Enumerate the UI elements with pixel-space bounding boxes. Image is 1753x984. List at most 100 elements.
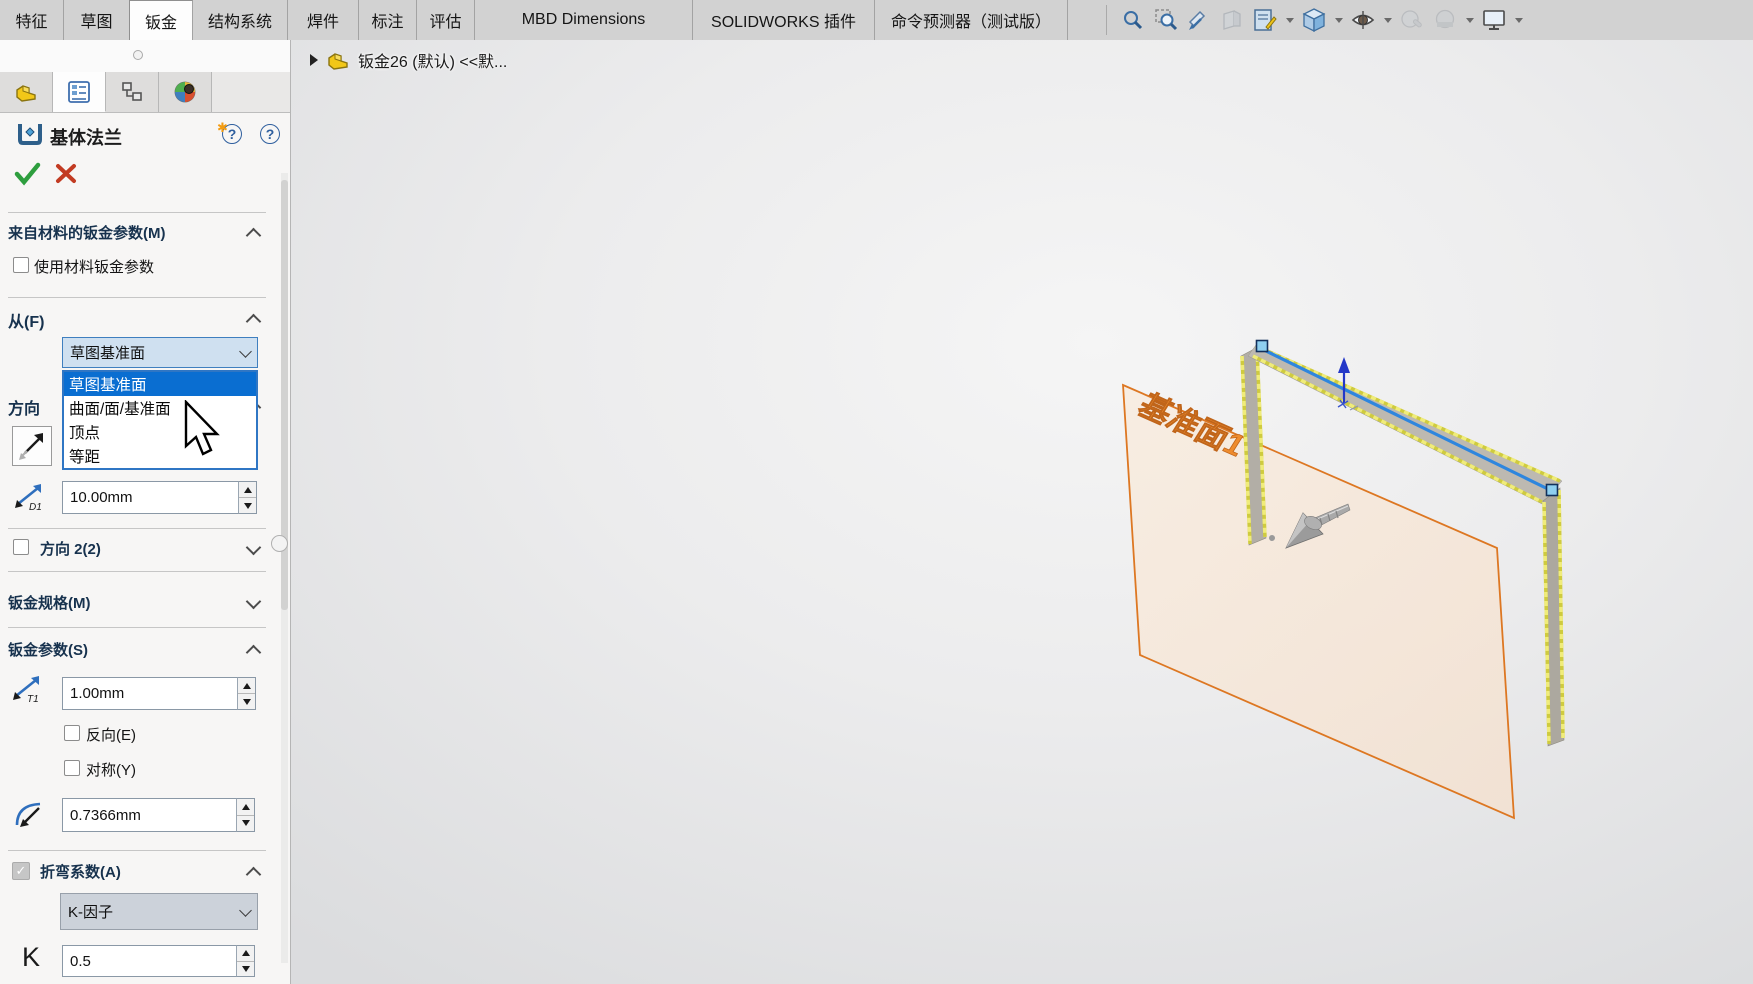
divider <box>8 297 266 298</box>
thickness-spinner[interactable] <box>237 677 256 710</box>
display-manager-tab[interactable] <box>159 72 212 112</box>
panel-top-splitter[interactable] <box>0 40 290 73</box>
tab-annotations[interactable]: 标注 <box>359 0 417 40</box>
panel-edge-handle[interactable] <box>271 535 288 552</box>
command-manager-tabbar: 特征 草图 钣金 结构系统 焊件 标注 评估 MBD Dimensions SO… <box>0 0 1753 41</box>
depth-spinner[interactable] <box>238 481 257 514</box>
cancel-button[interactable] <box>52 160 82 190</box>
help-icon[interactable]: ? <box>260 124 280 144</box>
gauge-section-header[interactable]: 钣金规格(M) <box>8 592 91 613</box>
vertex-dot <box>1269 535 1275 541</box>
spin-down-icon[interactable] <box>237 816 254 832</box>
from-section-header[interactable]: 从(F) <box>8 308 44 332</box>
tab-structure-system[interactable]: 结构系统 <box>193 0 288 40</box>
k-factor-spinner[interactable] <box>236 945 255 977</box>
spin-up-icon[interactable] <box>238 678 255 694</box>
edit-appearance-icon[interactable] <box>1399 7 1425 33</box>
edge-handle-right[interactable] <box>1547 485 1558 496</box>
tab-features[interactable]: 特征 <box>0 0 64 40</box>
spin-down-icon[interactable] <box>239 498 256 513</box>
apply-scene-dropdown-arrow[interactable] <box>1466 18 1474 23</box>
edge-handle-left[interactable] <box>1257 341 1268 352</box>
thickness-t1-icon: T1 <box>10 672 46 704</box>
tab-weldments[interactable]: 焊件 <box>288 0 359 40</box>
zoom-fit-icon[interactable] <box>1120 7 1146 33</box>
reverse-direction-button[interactable] <box>12 426 52 466</box>
direction1-section-header[interactable]: 方向 <box>8 395 40 419</box>
bend-type-combobox[interactable]: K-因子 <box>60 893 258 930</box>
dropdown-option-surface-face-plane[interactable]: 曲面/面/基准面 <box>64 396 256 420</box>
tab-command-predictor[interactable]: 命令预测器（测试版） <box>875 0 1068 40</box>
dropdown-option-sketch-plane[interactable]: 草图基准面 <box>64 372 256 396</box>
use-material-params-checkbox[interactable] <box>13 257 29 273</box>
display-manager-icon <box>172 80 198 104</box>
spin-down-icon[interactable] <box>237 962 254 977</box>
use-material-params-label[interactable]: 使用材料钣金参数 <box>34 256 154 277</box>
whats-new-help-icon[interactable]: ?✱ <box>222 124 242 144</box>
ok-button[interactable] <box>12 158 42 188</box>
spin-up-icon[interactable] <box>239 482 256 498</box>
reverse-checkbox[interactable] <box>64 725 80 741</box>
bend-radius-spinner[interactable] <box>236 798 255 832</box>
previous-view-icon[interactable] <box>1219 7 1245 33</box>
tab-evaluate[interactable]: 评估 <box>417 0 475 40</box>
annotation-views-icon[interactable] <box>1252 7 1278 33</box>
collapse-material-icon[interactable] <box>246 228 262 244</box>
apply-scene-icon[interactable] <box>1432 7 1458 33</box>
feature-manager-tab[interactable] <box>0 72 53 112</box>
configuration-manager-tab[interactable] <box>106 72 159 112</box>
thickness-input[interactable]: 1.00mm <box>62 677 238 710</box>
toolbar-separator <box>1106 5 1107 35</box>
material-params-header[interactable]: 来自材料的钣金参数(M) <box>8 222 166 243</box>
reverse-direction-icon <box>13 427 51 465</box>
view-orientation-icon[interactable] <box>1301 7 1327 33</box>
svg-text:T1: T1 <box>27 694 39 704</box>
heads-up-toolbar <box>1106 0 1523 40</box>
spin-up-icon[interactable] <box>237 799 254 816</box>
depth-input[interactable]: 10.00mm <box>62 481 239 514</box>
symmetric-checkbox[interactable] <box>64 760 80 776</box>
manager-tab-bar <box>0 72 290 113</box>
view-orientation-dropdown-arrow[interactable] <box>1335 18 1343 23</box>
reverse-label[interactable]: 反向(E) <box>86 724 136 745</box>
direction2-header[interactable]: 方向 2(2) <box>40 538 101 559</box>
zoom-area-icon[interactable] <box>1153 7 1179 33</box>
dropdown-option-offset[interactable]: 等距 <box>64 444 256 468</box>
view-settings-icon[interactable] <box>1481 7 1507 33</box>
collapse-from-icon[interactable] <box>246 314 262 330</box>
spin-down-icon[interactable] <box>238 694 255 709</box>
bend-allowance-header[interactable]: 折弯系数(A) <box>40 861 121 882</box>
section-view-icon[interactable] <box>1186 7 1212 33</box>
collapse-params-icon[interactable] <box>246 645 262 661</box>
tab-sheet-metal[interactable]: 钣金 <box>129 0 193 40</box>
k-factor-input[interactable]: 0.5 <box>62 945 237 977</box>
depth-d1-icon: D1 <box>12 480 48 512</box>
tab-solidworks-addins[interactable]: SOLIDWORKS 插件 <box>693 0 875 40</box>
new-star-icon: ✱ <box>217 118 228 137</box>
splitter-grip-icon[interactable] <box>133 50 143 60</box>
k-factor-letter: K <box>22 942 40 973</box>
bend-allowance-checkbox[interactable]: ✓ <box>12 862 30 880</box>
expand-gauge-icon[interactable] <box>246 594 262 610</box>
collapse-bend-icon[interactable] <box>246 867 262 883</box>
divider <box>8 212 266 213</box>
params-section-header[interactable]: 钣金参数(S) <box>8 639 88 660</box>
tab-mbd-dimensions[interactable]: MBD Dimensions <box>475 0 693 40</box>
spin-up-icon[interactable] <box>237 946 254 962</box>
solidworks-window: 特征 草图 钣金 结构系统 焊件 标注 评估 MBD Dimensions SO… <box>0 0 1753 984</box>
tab-sketch[interactable]: 草图 <box>64 0 130 40</box>
expand-direction2-icon[interactable] <box>246 540 262 556</box>
hide-show-dropdown-arrow[interactable] <box>1384 18 1392 23</box>
from-combobox[interactable]: 草图基准面 <box>62 337 258 368</box>
property-manager-tab[interactable] <box>53 72 106 112</box>
direction2-checkbox[interactable] <box>13 539 29 555</box>
dropdown-option-vertex[interactable]: 顶点 <box>64 420 256 444</box>
bend-radius-icon <box>12 795 48 831</box>
hide-show-items-icon[interactable] <box>1350 7 1376 33</box>
view-settings-dropdown-arrow[interactable] <box>1515 18 1523 23</box>
annotation-views-dropdown-arrow[interactable] <box>1286 18 1294 23</box>
combo-chevron-icon <box>239 345 252 358</box>
symmetric-label[interactable]: 对称(Y) <box>86 759 136 780</box>
graphics-viewport[interactable]: 钣金26 (默认) <<默... 基准面1 <box>290 40 1753 984</box>
bend-radius-input[interactable]: 0.7366mm <box>62 798 237 832</box>
